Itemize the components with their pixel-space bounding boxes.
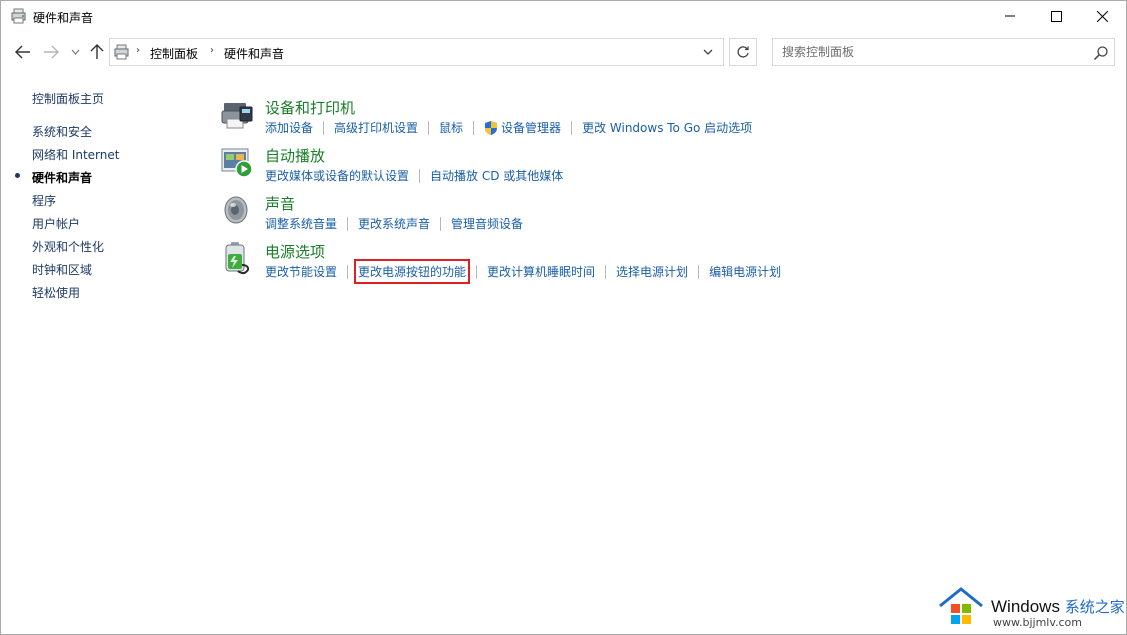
watermark: Windows 系统之家 www.bjjmlv.com	[937, 586, 1127, 634]
divider	[473, 120, 475, 135]
link-change-power-button-function[interactable]: 更改电源按钮的功能	[354, 259, 471, 284]
breadcrumb-hardware-sound[interactable]: 硬件和声音	[224, 45, 284, 62]
nav-item-programs[interactable]: 程序	[32, 192, 56, 209]
link-adjust-volume[interactable]: 调整系统音量	[265, 215, 337, 232]
search-input[interactable]	[773, 39, 1083, 65]
breadcrumb-control-panel[interactable]: 控制面板	[150, 45, 198, 62]
link-change-system-sounds[interactable]: 更改系统声音	[358, 215, 430, 232]
category-devices-printers: 设备和打印机 添加设备 高级打印机设置 鼠标 设备管理器 更改 Windows …	[220, 97, 1020, 143]
watermark-brand: Windows 系统之家	[991, 597, 1125, 616]
house-windows-logo-icon	[937, 586, 985, 630]
category-links: 更改节能设置 更改电源按钮的功能 更改计算机睡眠时间 选择电源计划 编辑电源计划	[265, 259, 781, 284]
category-links: 更改媒体或设备的默认设置 自动播放 CD 或其他媒体	[265, 167, 563, 184]
divider	[476, 264, 478, 279]
link-change-sleep-time[interactable]: 更改计算机睡眠时间	[487, 263, 595, 280]
back-button[interactable]	[13, 42, 33, 62]
category-autoplay: 自动播放 更改媒体或设备的默认设置 自动播放 CD 或其他媒体	[220, 145, 1020, 191]
printer-icon[interactable]	[220, 97, 254, 131]
up-button[interactable]	[87, 42, 107, 62]
search-icon[interactable]	[1093, 45, 1109, 61]
link-change-power-saving-settings[interactable]: 更改节能设置	[265, 263, 337, 280]
divider	[440, 216, 442, 231]
close-button[interactable]	[1079, 1, 1125, 31]
category-title-autoplay[interactable]: 自动播放	[265, 145, 325, 166]
divider	[347, 264, 349, 279]
link-windows-to-go-startup[interactable]: 更改 Windows To Go 启动选项	[582, 119, 752, 136]
control-panel-window: 硬件和声音 › 控制面板 › 硬件和声音 搜索控制面板 控制面板主页 系统和安全…	[0, 0, 1127, 635]
category-title-devices-printers[interactable]: 设备和打印机	[265, 97, 355, 118]
autoplay-icon[interactable]	[220, 145, 254, 179]
chevron-right-icon[interactable]: ›	[136, 45, 140, 56]
divider	[698, 264, 700, 279]
minimize-button[interactable]	[987, 1, 1033, 31]
battery-icon[interactable]	[220, 241, 254, 275]
category-links: 添加设备 高级打印机设置 鼠标 设备管理器 更改 Windows To Go 启…	[265, 119, 752, 136]
nav-item-user-accounts[interactable]: 用户帐户	[32, 215, 80, 232]
link-edit-power-plan[interactable]: 编辑电源计划	[709, 263, 781, 280]
navigation-bar: › 控制面板 › 硬件和声音	[1, 33, 1126, 71]
nav-item-ease-of-access[interactable]: 轻松使用	[32, 284, 80, 301]
recent-locations-button[interactable]	[65, 42, 85, 62]
forward-button[interactable]	[41, 42, 61, 62]
link-advanced-printer-setup[interactable]: 高级打印机设置	[334, 119, 418, 136]
link-change-media-defaults[interactable]: 更改媒体或设备的默认设置	[265, 167, 409, 184]
link-manage-audio-devices[interactable]: 管理音频设备	[451, 215, 523, 232]
divider	[323, 120, 325, 135]
address-dropdown-button[interactable]	[698, 44, 718, 60]
control-panel-icon	[114, 44, 132, 60]
device-manager-link-group[interactable]: 设备管理器	[484, 119, 561, 136]
nav-item-appearance[interactable]: 外观和个性化	[32, 238, 104, 255]
nav-item-hardware-sound: 硬件和声音	[32, 171, 93, 185]
category-sound: 声音 调整系统音量 更改系统声音 管理音频设备	[220, 193, 1020, 239]
window-title: 硬件和声音	[33, 11, 94, 25]
current-item-bullet	[15, 173, 20, 178]
divider	[428, 120, 430, 135]
control-panel-icon	[11, 8, 29, 24]
divider	[419, 168, 421, 183]
link-mouse[interactable]: 鼠标	[439, 119, 463, 136]
chevron-right-icon[interactable]: ›	[210, 45, 214, 56]
divider	[571, 120, 573, 135]
address-bar[interactable]: › 控制面板 › 硬件和声音	[109, 38, 724, 66]
category-title-power-options[interactable]: 电源选项	[265, 241, 325, 262]
maximize-button[interactable]	[1033, 1, 1079, 31]
category-links: 调整系统音量 更改系统声音 管理音频设备	[265, 215, 523, 232]
refresh-button[interactable]	[729, 38, 757, 66]
link-choose-power-plan[interactable]: 选择电源计划	[616, 263, 688, 280]
speaker-icon[interactable]	[220, 193, 254, 227]
category-title-sound[interactable]: 声音	[265, 193, 295, 214]
uac-shield-icon	[485, 120, 498, 135]
link-autoplay-cd[interactable]: 自动播放 CD 或其他媒体	[430, 167, 563, 184]
link-add-device[interactable]: 添加设备	[265, 119, 313, 136]
nav-item-system-security[interactable]: 系统和安全	[32, 123, 92, 140]
link-device-manager[interactable]: 设备管理器	[501, 119, 561, 136]
nav-item-network-internet[interactable]: 网络和 Internet	[32, 146, 119, 163]
divider	[347, 216, 349, 231]
nav-item-clock-region[interactable]: 时钟和区域	[32, 261, 92, 278]
title-bar: 硬件和声音	[1, 1, 1126, 31]
divider	[605, 264, 607, 279]
watermark-url: www.bjjmlv.com	[993, 616, 1082, 629]
category-power-options: 电源选项 更改节能设置 更改电源按钮的功能 更改计算机睡眠时间 选择电源计划 编…	[220, 241, 1020, 287]
search-box[interactable]	[772, 38, 1115, 66]
nav-item-control-panel-home[interactable]: 控制面板主页	[32, 90, 104, 107]
